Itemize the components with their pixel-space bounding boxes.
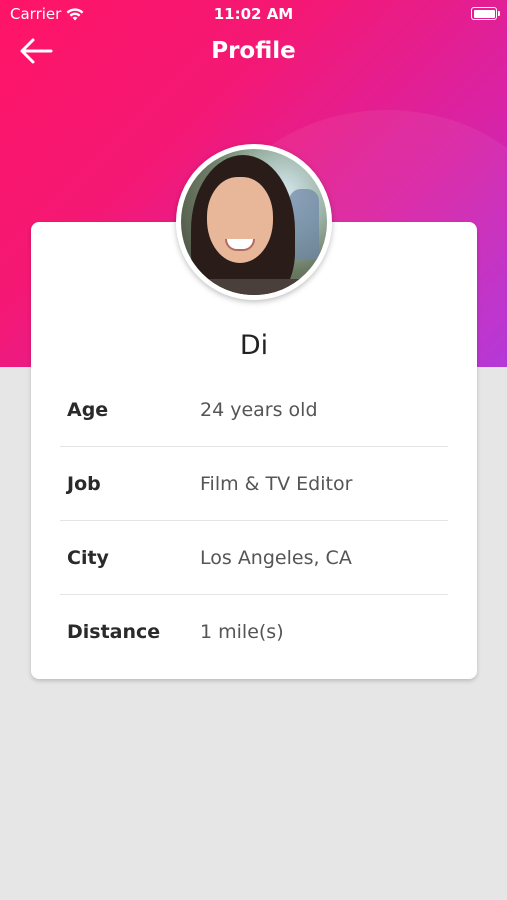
detail-label: Distance bbox=[67, 621, 161, 643]
detail-label: Age bbox=[67, 399, 109, 421]
status-bar: Carrier 11:02 AM bbox=[0, 0, 507, 28]
battery-fill bbox=[473, 9, 495, 18]
profile-details-list: Age 24 years old Job Film & TV Editor Ci… bbox=[60, 373, 448, 669]
detail-value: 24 years old bbox=[200, 399, 318, 421]
status-time: 11:02 AM bbox=[213, 5, 294, 23]
detail-row-city: City Los Angeles, CA bbox=[60, 521, 448, 595]
detail-row-distance: Distance 1 mile(s) bbox=[60, 595, 448, 669]
battery-nub bbox=[498, 11, 500, 16]
navigation-bar: Profile bbox=[0, 30, 507, 74]
detail-row-age: Age 24 years old bbox=[60, 373, 448, 447]
detail-label: City bbox=[67, 547, 109, 569]
battery-icon bbox=[471, 7, 500, 20]
page-title: Profile bbox=[211, 38, 296, 64]
detail-value: Los Angeles, CA bbox=[200, 547, 352, 569]
detail-value: 1 mile(s) bbox=[200, 621, 284, 643]
profile-name: Di bbox=[239, 330, 269, 361]
detail-row-job: Job Film & TV Editor bbox=[60, 447, 448, 521]
detail-value: Film & TV Editor bbox=[200, 473, 353, 495]
avatar[interactable] bbox=[176, 144, 332, 300]
detail-label: Job bbox=[67, 473, 101, 495]
